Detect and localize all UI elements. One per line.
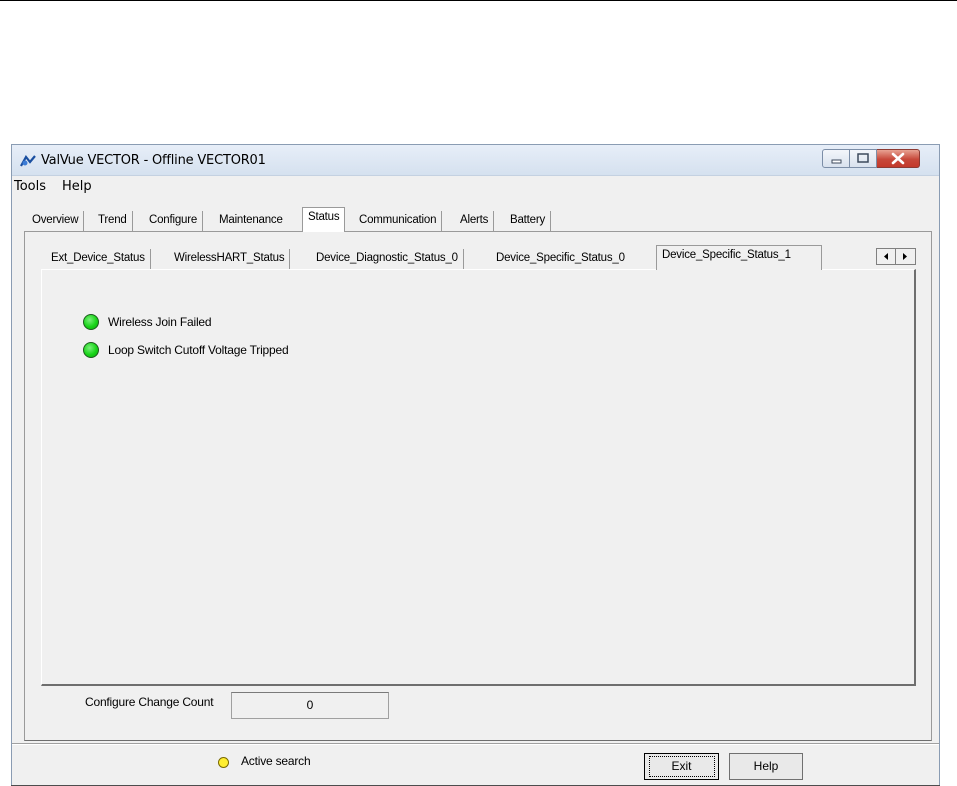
valve-logo-icon (20, 155, 36, 167)
tab-configure[interactable]: Configure (144, 211, 204, 231)
tab-overview[interactable]: Overview (27, 211, 85, 231)
tab-device-diagnostic-status-0[interactable]: Device_Diagnostic_Status_0 (311, 249, 464, 269)
tab-wirelesshart-status[interactable]: WirelessHART_Status (169, 249, 291, 269)
status-item-wireless-join-failed: Wireless Join Failed (83, 312, 212, 332)
exit-button[interactable]: Exit (644, 753, 719, 780)
tab-scroll-arrows (876, 248, 916, 265)
help-button[interactable]: Help (729, 753, 803, 780)
tab-device-specific-status-1[interactable]: Device_Specific_Status_1 (656, 245, 822, 270)
arrow-right-icon (903, 253, 907, 260)
tab-alerts[interactable]: Alerts (455, 211, 495, 231)
tab-trend[interactable]: Trend (93, 211, 133, 231)
status-led-icon (83, 342, 99, 358)
active-search-label: Active search (241, 754, 311, 768)
tab-scroll-left-button[interactable] (876, 248, 896, 265)
configure-change-count-label: Configure Change Count (85, 695, 214, 709)
arrow-left-icon (884, 253, 888, 260)
title-bar[interactable]: ValVue VECTOR - Offline VECTOR01 (12, 145, 939, 176)
active-search-indicator-icon (218, 757, 229, 768)
menu-bar: Tools Help (12, 176, 939, 196)
tab-ext-device-status[interactable]: Ext_Device_Status (46, 249, 151, 269)
top-divider-line (0, 0, 957, 1)
minimize-icon (831, 159, 842, 164)
tab-scroll-right-button[interactable] (896, 248, 916, 265)
menu-tools[interactable]: Tools (14, 179, 46, 194)
configure-change-count-field: 0 (231, 692, 389, 719)
maximize-icon (857, 153, 869, 163)
close-button[interactable] (877, 149, 920, 168)
tab-device-specific-status-0[interactable]: Device_Specific_Status_0 (491, 249, 630, 269)
tab-status[interactable]: Status (302, 207, 346, 232)
window-title: ValVue VECTOR - Offline VECTOR01 (41, 153, 266, 168)
menu-help[interactable]: Help (62, 179, 92, 194)
status-item-label: Loop Switch Cutoff Voltage Tripped (108, 343, 289, 357)
status-item-label: Wireless Join Failed (108, 315, 212, 329)
tab-battery[interactable]: Battery (505, 211, 552, 231)
status-item-loop-switch-cutoff: Loop Switch Cutoff Voltage Tripped (83, 340, 289, 360)
tab-maintenance[interactable]: Maintenance (214, 211, 288, 231)
statusbar-divider-highlight (12, 744, 939, 745)
tab-communication[interactable]: Communication (354, 211, 443, 231)
exit-button-label: Exit (648, 756, 715, 777)
status-led-icon (83, 314, 99, 330)
maximize-button[interactable] (850, 149, 877, 168)
close-icon (891, 152, 905, 165)
minimize-button[interactable] (822, 149, 850, 168)
